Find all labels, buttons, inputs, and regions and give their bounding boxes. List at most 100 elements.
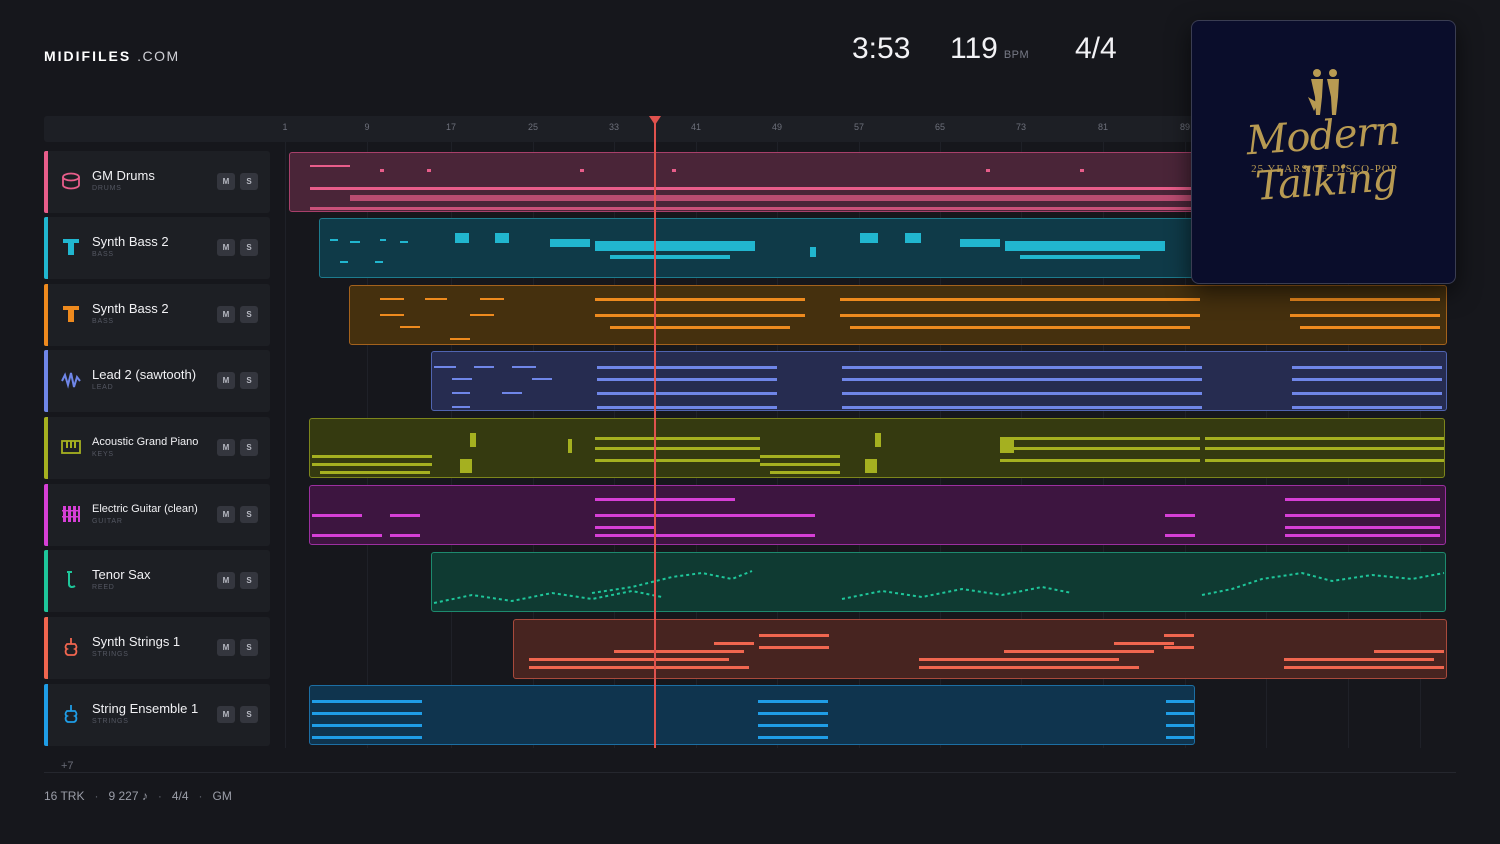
- bass-icon: [63, 239, 79, 255]
- track-header-synth-bass-2[interactable]: Synth Bass 2 BASS M S: [44, 217, 270, 279]
- album-artist-logo: Modern Talking: [1244, 107, 1401, 210]
- track-name: GM Drums: [92, 168, 155, 183]
- solo-button[interactable]: S: [240, 173, 258, 190]
- track-header-electric-guitar[interactable]: Electric Guitar (clean) GUITAR M S: [44, 484, 270, 546]
- midi-clip-tenor-sax[interactable]: [431, 552, 1446, 612]
- bar-tick: 25: [527, 122, 539, 132]
- track-header-synth-strings-1[interactable]: Synth Strings 1 STRINGS M S: [44, 617, 270, 679]
- mute-button[interactable]: M: [217, 239, 235, 256]
- track-name: Electric Guitar (clean): [92, 503, 198, 515]
- bar-tick: 81: [1097, 122, 1109, 132]
- bar-tick: 1: [282, 122, 288, 132]
- solo-button[interactable]: S: [240, 439, 258, 456]
- note-pattern: [380, 298, 1440, 340]
- logo-name: MIDIFILES: [44, 48, 132, 64]
- track-name: String Ensemble 1: [92, 701, 199, 716]
- playhead-handle[interactable]: [649, 116, 661, 125]
- separator: ·: [94, 789, 99, 803]
- bar-tick: 57: [853, 122, 865, 132]
- note-pattern: [434, 366, 1442, 409]
- track-header-lead-2[interactable]: Lead 2 (sawtooth) LEAD M S: [44, 350, 270, 412]
- track-header-acoustic-grand-piano[interactable]: Acoustic Grand Piano KEYS M S: [44, 417, 270, 479]
- track-header-gm-drums[interactable]: GM Drums DRUMS M S: [44, 151, 270, 213]
- playhead[interactable]: [654, 116, 656, 748]
- track-color-stripe: [44, 284, 48, 346]
- footer-stats: 16 TRK · 9 227 ♪ · 4/4 · GM: [44, 789, 232, 803]
- song-tempo: 119 BPM: [950, 32, 1029, 72]
- track-category: STRINGS: [92, 718, 129, 725]
- note-count: 9 227 ♪: [108, 789, 148, 803]
- mute-button[interactable]: M: [217, 173, 235, 190]
- track-color-stripe: [44, 350, 48, 412]
- track-color-stripe: [44, 684, 48, 746]
- track-color-stripe: [44, 550, 48, 612]
- solo-button[interactable]: S: [240, 239, 258, 256]
- piano-icon: [61, 440, 81, 454]
- artist-silhouette-icon: [1308, 69, 1339, 115]
- track-category: LEAD: [92, 384, 114, 391]
- track-category: BASS: [92, 251, 114, 258]
- midi-clip-acoustic-grand-piano[interactable]: [309, 418, 1445, 478]
- track-name: Lead 2 (sawtooth): [92, 367, 197, 382]
- mute-button[interactable]: M: [217, 439, 235, 456]
- grid-line: [285, 142, 286, 748]
- footer-time-signature: 4/4: [171, 789, 189, 803]
- violin-icon: [64, 638, 78, 656]
- more-tracks-indicator[interactable]: +7: [61, 760, 74, 772]
- mute-button[interactable]: M: [217, 506, 235, 523]
- mute-button[interactable]: M: [217, 372, 235, 389]
- bar-tick: 65: [934, 122, 946, 132]
- midi-clip-electric-guitar[interactable]: [309, 485, 1446, 545]
- track-color-stripe: [44, 151, 48, 213]
- track-color-stripe: [44, 484, 48, 546]
- solo-button[interactable]: S: [240, 306, 258, 323]
- track-name: Synth Strings 1: [92, 634, 181, 649]
- bar-tick: 41: [690, 122, 702, 132]
- track-name: Acoustic Grand Piano: [92, 436, 199, 448]
- track-category: GUITAR: [92, 518, 123, 525]
- mute-button[interactable]: M: [217, 572, 235, 589]
- midi-clip-lead-2[interactable]: [431, 351, 1447, 411]
- note-pattern: [330, 233, 1165, 263]
- logo-domain: .COM: [137, 48, 180, 64]
- mute-button[interactable]: M: [217, 639, 235, 656]
- track-category: REED: [92, 584, 115, 591]
- site-logo[interactable]: MIDIFILES .COM: [44, 48, 180, 64]
- bar-tick: 33: [608, 122, 620, 132]
- time-signature: 4/4: [1075, 32, 1117, 65]
- note-pattern: [312, 700, 1194, 739]
- solo-button[interactable]: S: [240, 572, 258, 589]
- track-category: STRINGS: [92, 651, 129, 658]
- song-duration: 3:53: [852, 32, 911, 65]
- track-category: BASS: [92, 318, 114, 325]
- midi-clip-synth-bass-2-a[interactable]: [319, 218, 1199, 278]
- track-color-stripe: [44, 417, 48, 479]
- footer-divider: [44, 772, 1456, 773]
- track-header-synth-bass-2-orange[interactable]: Synth Bass 2 BASS M S: [44, 284, 270, 346]
- track-color-stripe: [44, 217, 48, 279]
- note-pattern: [312, 498, 1440, 537]
- track-color-stripe: [44, 617, 48, 679]
- drum-icon: [62, 172, 80, 190]
- solo-button[interactable]: S: [240, 639, 258, 656]
- track-name: Synth Bass 2: [92, 301, 169, 316]
- note-pattern: [433, 570, 1445, 604]
- solo-button[interactable]: S: [240, 506, 258, 523]
- note-pattern: [312, 433, 1444, 474]
- bar-tick: 49: [771, 122, 783, 132]
- solo-button[interactable]: S: [240, 372, 258, 389]
- mute-button[interactable]: M: [217, 306, 235, 323]
- track-header-tenor-sax[interactable]: Tenor Sax REED M S: [44, 550, 270, 612]
- midi-clip-string-ensemble-1[interactable]: [309, 685, 1195, 745]
- track-header-string-ensemble-1[interactable]: String Ensemble 1 STRINGS M S: [44, 684, 270, 746]
- waveform-icon: [61, 372, 81, 389]
- album-cover: Modern Talking 25 YEARS OF DISCO-POP: [1191, 20, 1456, 284]
- mute-button[interactable]: M: [217, 706, 235, 723]
- track-name: Synth Bass 2: [92, 234, 169, 249]
- track-count: 16 TRK: [44, 789, 85, 803]
- bar-tick: 73: [1015, 122, 1027, 132]
- track-category: DRUMS: [92, 185, 122, 192]
- solo-button[interactable]: S: [240, 706, 258, 723]
- bar-tick: 89: [1179, 122, 1191, 132]
- midi-clip-synth-bass-2-b[interactable]: [349, 285, 1447, 345]
